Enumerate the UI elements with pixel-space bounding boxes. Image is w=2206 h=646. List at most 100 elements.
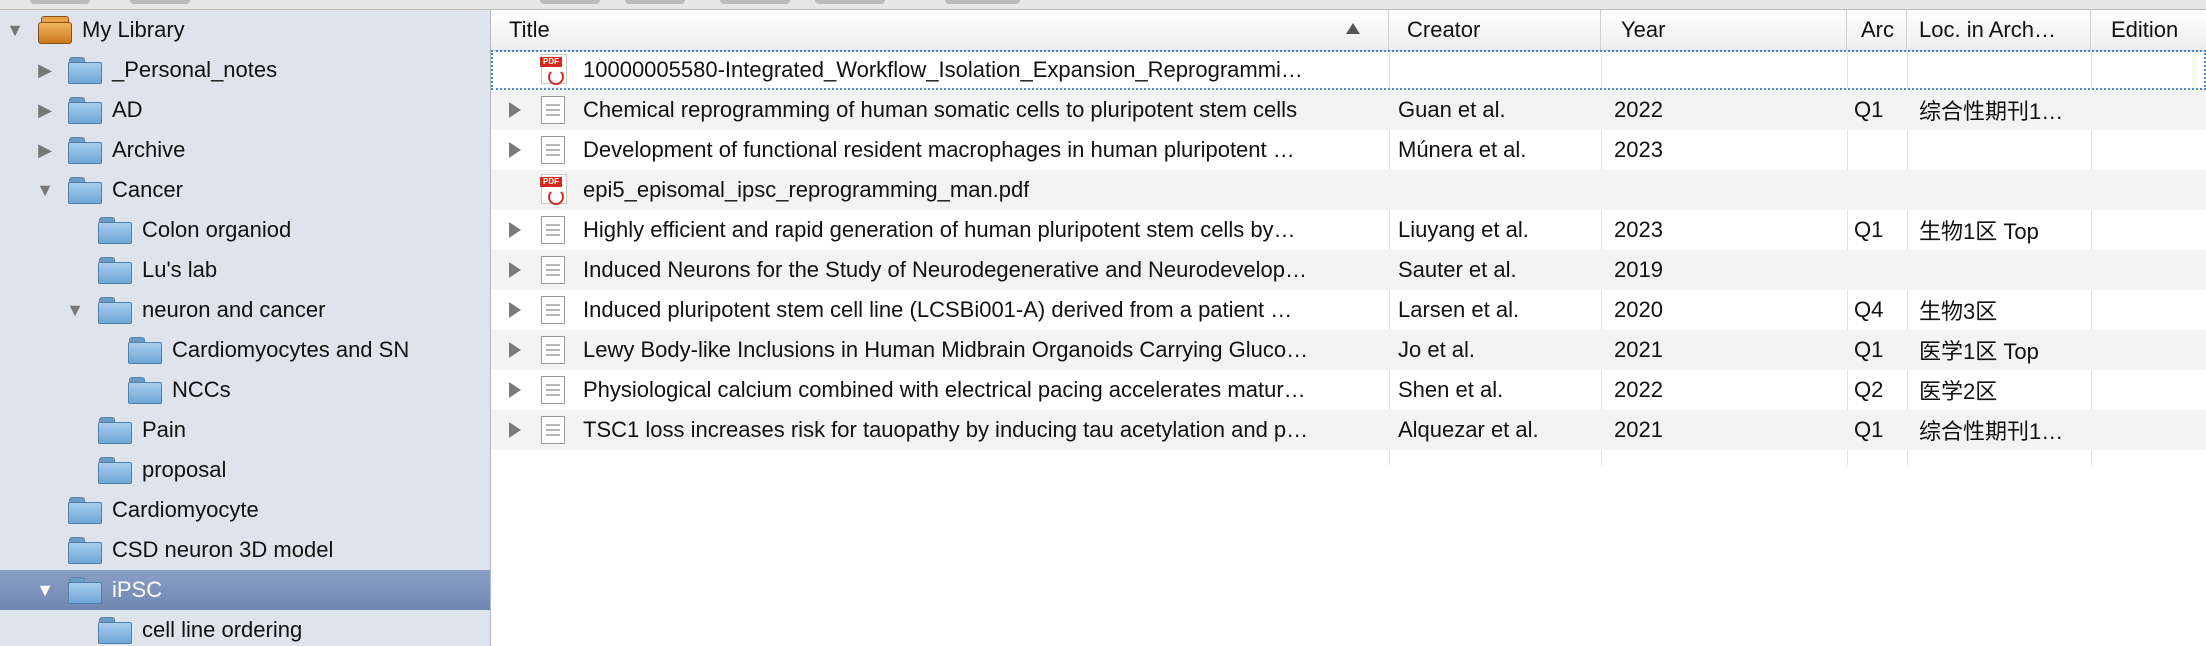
sidebar-item[interactable]: ▼ My Library (0, 10, 490, 50)
column-header-edition[interactable]: Edition (2091, 10, 2206, 50)
sidebar-item[interactable]: Cardiomyocyte (0, 490, 490, 530)
cell-arc-text: Q1 (1854, 417, 1884, 442)
table-row[interactable]: Induced pluripotent stem cell line (LCSB… (491, 290, 2206, 330)
sidebar-item[interactable]: Pain (0, 410, 490, 450)
sidebar-item[interactable]: proposal (0, 450, 490, 490)
cell-title-text: Chemical reprogramming of human somatic … (583, 97, 1298, 122)
cell-loc-text: 综合性期刊1… (1919, 419, 2064, 444)
sidebar-item-label: Colon organiod (142, 217, 292, 242)
cell-edition (2103, 210, 2203, 250)
cell-creator-text: Jo et al. (1398, 337, 1476, 362)
journal-article-icon (541, 256, 565, 284)
toolbar-button[interactable] (815, 0, 885, 4)
sidebar-item-label: _Personal_notes (112, 57, 278, 82)
column-header-creator[interactable]: Creator (1389, 10, 1601, 50)
expand-row-icon[interactable] (509, 382, 521, 398)
expand-row-icon[interactable] (509, 142, 521, 158)
journal-article-icon (541, 376, 565, 404)
disclosure-expanded-icon[interactable]: ▼ (4, 19, 26, 41)
expand-row-icon[interactable] (509, 262, 521, 278)
cell-title: Chemical reprogramming of human somatic … (583, 90, 1378, 130)
toolbar-button[interactable] (130, 0, 190, 4)
sidebar-item-label: Archive (112, 137, 186, 162)
folder-icon (68, 577, 102, 604)
sidebar-item[interactable]: ▼ Cancer (0, 170, 490, 210)
disclosure-expanded-icon[interactable]: ▼ (34, 179, 56, 201)
cell-year-text: 2020 (1614, 297, 1663, 322)
toolbar-button[interactable] (720, 0, 790, 4)
folder-icon (68, 137, 102, 164)
folder-icon (68, 57, 102, 84)
sidebar-item[interactable]: ▼ iPSC (0, 570, 490, 610)
cell-title: Induced pluripotent stem cell line (LCSB… (583, 290, 1378, 330)
cell-loc-text: 生物1区 Top (1919, 219, 2039, 244)
disclosure-collapsed-icon[interactable]: ▶ (34, 139, 56, 161)
table-row[interactable]: Induced Neurons for the Study of Neurode… (491, 250, 2206, 290)
cell-creator-text: Liuyang et al. (1398, 217, 1529, 242)
column-header-title[interactable]: Title (491, 10, 1389, 50)
disclosure-collapsed-icon[interactable]: ▶ (34, 59, 56, 81)
sidebar-item[interactable]: NCCs (0, 370, 490, 410)
toolbar-button[interactable] (30, 0, 90, 4)
sidebar-item-label: NCCs (172, 377, 231, 402)
table-row[interactable]: PDF epi5_episomal_ipsc_reprogramming_man.… (491, 170, 2206, 210)
disclosure-expanded-icon[interactable]: ▼ (34, 579, 56, 601)
sidebar-item[interactable]: CSD neuron 3D model (0, 530, 490, 570)
cell-year: 2023 (1614, 210, 1839, 250)
sidebar-item[interactable]: ▶ _Personal_notes (0, 50, 490, 90)
sort-ascending-icon (1346, 23, 1360, 34)
expand-row-icon[interactable] (509, 342, 521, 358)
column-header-loc[interactable]: Loc. in Arch… (1907, 10, 2091, 50)
toolbar-button[interactable] (945, 0, 1020, 4)
cell-loc-text: 医学2区 (1919, 379, 1998, 404)
expand-row-icon[interactable] (509, 422, 521, 438)
cell-title: 10000005580-Integrated_Workflow_Isolatio… (583, 50, 1378, 90)
cell-loc-text: 综合性期刊1… (1919, 99, 2064, 124)
toolbar-strip (0, 0, 2206, 10)
sidebar-item[interactable]: ▼ neuron and cancer (0, 290, 490, 330)
expand-row-icon[interactable] (509, 222, 521, 238)
table-row[interactable]: Chemical reprogramming of human somatic … (491, 90, 2206, 130)
table-row[interactable]: TSC1 loss increases risk for tauopathy b… (491, 410, 2206, 450)
sidebar-item[interactable]: Lu's lab (0, 250, 490, 290)
cell-title: TSC1 loss increases risk for tauopathy b… (583, 410, 1378, 450)
journal-article-icon (541, 216, 565, 244)
table-row[interactable]: Lewy Body-like Inclusions in Human Midbr… (491, 330, 2206, 370)
table-row[interactable]: Highly efficient and rapid generation of… (491, 210, 2206, 250)
table-row[interactable]: PDF 10000005580-Integrated_Workflow_Isola… (491, 50, 2206, 90)
toolbar-button[interactable] (625, 0, 685, 4)
cell-loc: 生物3区 (1919, 290, 2087, 330)
cell-edition (2103, 250, 2203, 290)
folder-icon (68, 497, 102, 524)
cell-title: Development of functional resident macro… (583, 130, 1378, 170)
table-row[interactable]: Development of functional resident macro… (491, 130, 2206, 170)
cell-edition (2103, 290, 2203, 330)
disclosure-collapsed-icon[interactable]: ▶ (34, 99, 56, 121)
cell-creator: Múnera et al. (1398, 130, 1593, 170)
column-header-year[interactable]: Year (1601, 10, 1847, 50)
journal-article-icon (541, 296, 565, 324)
sidebar-item[interactable]: ▶ Archive (0, 130, 490, 170)
toolbar-button[interactable] (540, 0, 600, 4)
pdf-icon: PDF (540, 174, 567, 205)
expand-row-icon[interactable] (509, 102, 521, 118)
cell-year: 2020 (1614, 290, 1839, 330)
sidebar-item[interactable]: ▶ AD (0, 90, 490, 130)
column-header-arc[interactable]: Arc (1847, 10, 1907, 50)
cell-creator: Alquezar et al. (1398, 410, 1593, 450)
sidebar-item[interactable]: cell line ordering (0, 610, 490, 646)
sidebar-item[interactable]: Colon organiod (0, 210, 490, 250)
pdf-icon: PDF (540, 54, 567, 85)
folder-icon (68, 177, 102, 204)
sidebar-item[interactable]: Cardiomyocytes and SN (0, 330, 490, 370)
folder-icon (128, 377, 162, 404)
expand-row-icon[interactable] (509, 302, 521, 318)
disclosure-expanded-icon[interactable]: ▼ (64, 299, 86, 321)
cell-creator (1398, 50, 1593, 90)
table-row[interactable]: Physiological calcium combined with elec… (491, 370, 2206, 410)
cell-title: Induced Neurons for the Study of Neurode… (583, 250, 1378, 290)
cell-loc: 医学2区 (1919, 370, 2087, 410)
cell-year (1614, 170, 1839, 210)
cell-year: 2019 (1614, 250, 1839, 290)
cell-year: 2022 (1614, 90, 1839, 130)
